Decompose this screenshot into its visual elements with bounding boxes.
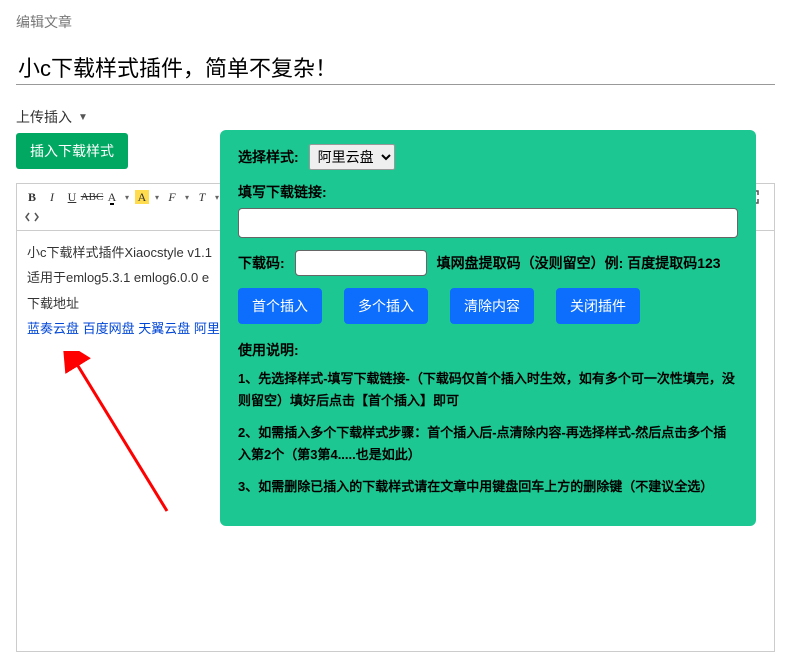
font-size-icon[interactable]: T [193, 188, 211, 206]
download-code-input[interactable] [295, 250, 427, 276]
instruction-line: 1、先选择样式-填写下载链接-（下载码仅首个插入时生效，如有多个可一次性填完，没… [238, 368, 738, 412]
style-select[interactable]: 阿里云盘 [309, 144, 395, 170]
upload-label[interactable]: 上传插入 [16, 107, 72, 127]
font-color-icon[interactable]: A [103, 188, 121, 206]
page-title: 编辑文章 [16, 12, 775, 32]
caret-down-icon[interactable]: ▼ [78, 112, 88, 123]
bold-icon[interactable]: B [23, 188, 41, 206]
font-family-icon[interactable]: F [163, 188, 181, 206]
dropdown-icon[interactable]: ▾ [183, 188, 191, 206]
download-style-dialog: 选择样式: 阿里云盘 填写下载链接: 下载码: 填网盘提取码（没则留空）例: 百… [220, 130, 756, 526]
clear-content-button[interactable]: 清除内容 [450, 288, 534, 324]
bg-color-icon[interactable]: A [133, 188, 151, 206]
dropdown-icon[interactable]: ▾ [123, 188, 131, 206]
dropdown-icon[interactable]: ▾ [153, 188, 161, 206]
code-hint: 填网盘提取码（没则留空）例: 百度提取码123 [437, 253, 721, 273]
arrow-annotation-icon [57, 351, 187, 521]
link-label: 填写下载链接: [238, 182, 327, 202]
code-label: 下载码: [238, 253, 285, 273]
instruction-line: 2、如需插入多个下载样式步骤：首个插入后-点清除内容-再选择样式-然后点击多个插… [238, 422, 738, 466]
close-plugin-button[interactable]: 关闭插件 [556, 288, 640, 324]
insert-style-button[interactable]: 插入下载样式 [16, 133, 128, 169]
underline-icon[interactable]: U [63, 188, 81, 206]
instruction-line: 3、如需删除已插入的下载样式请在文章中用键盘回车上方的删除键（不建议全选） [238, 476, 738, 498]
source-icon[interactable] [23, 208, 41, 226]
select-style-label: 选择样式: [238, 147, 299, 167]
download-link-input[interactable] [238, 208, 738, 238]
strike-icon[interactable]: ABC [83, 188, 101, 206]
instructions-title: 使用说明: [238, 340, 738, 360]
first-insert-button[interactable]: 首个插入 [238, 288, 322, 324]
multi-insert-button[interactable]: 多个插入 [344, 288, 428, 324]
italic-icon[interactable]: I [43, 188, 61, 206]
article-title-input[interactable] [16, 50, 775, 85]
